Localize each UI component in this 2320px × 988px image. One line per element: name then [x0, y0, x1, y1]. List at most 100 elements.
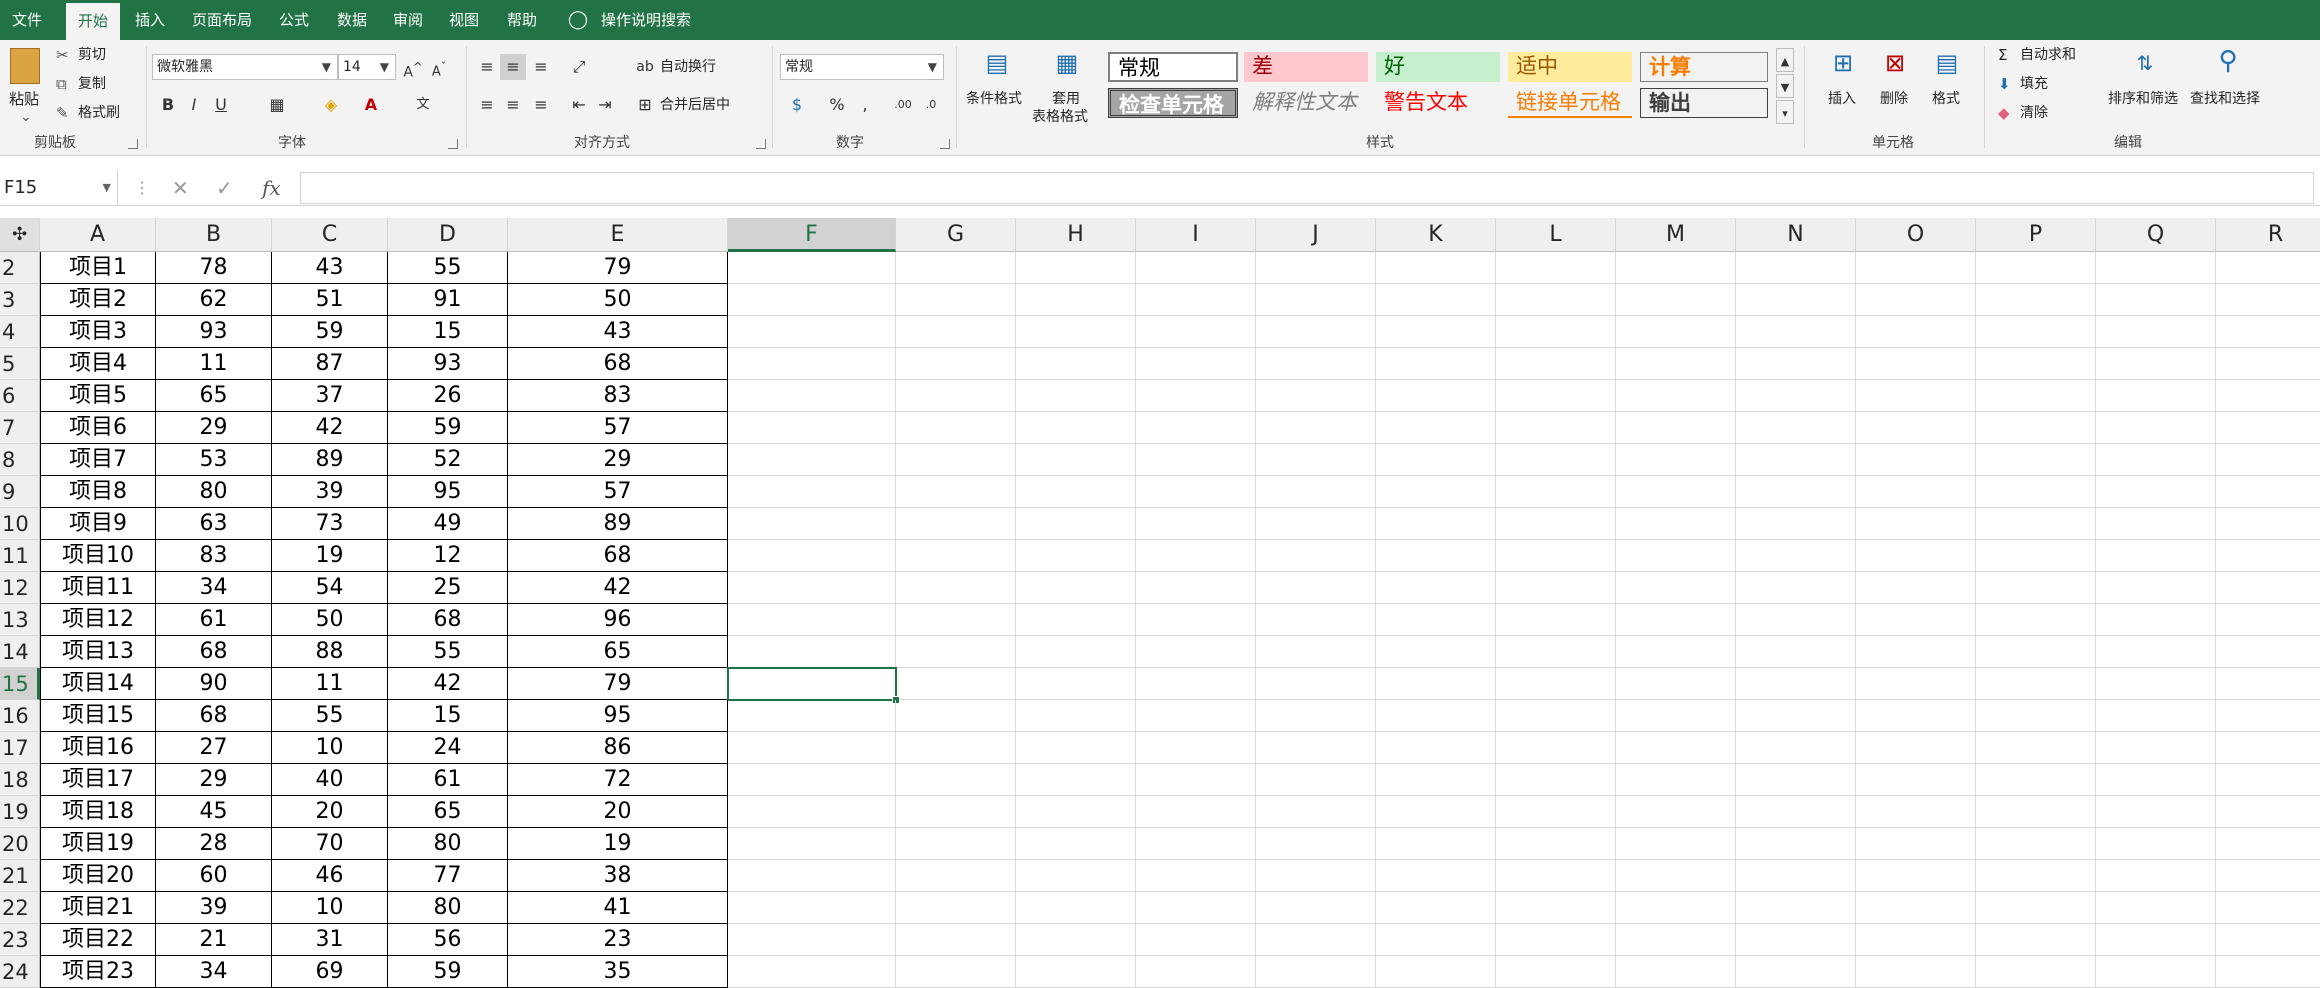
cell-K24[interactable] — [1376, 956, 1496, 988]
cell-A9[interactable]: 项目8 — [40, 476, 156, 508]
cell-I4[interactable] — [1136, 316, 1256, 348]
cell-E13[interactable]: 96 — [508, 604, 728, 636]
cell-P8[interactable] — [1976, 444, 2096, 476]
cell-P5[interactable] — [1976, 348, 2096, 380]
cell-E15[interactable]: 79 — [508, 668, 728, 700]
cell-M5[interactable] — [1616, 348, 1736, 380]
font-color-icon[interactable]: A — [358, 92, 384, 118]
cell-R17[interactable] — [2216, 732, 2320, 764]
cell-A2[interactable]: 项目1 — [40, 252, 156, 284]
cell-C24[interactable]: 69 — [272, 956, 388, 988]
cell-F18[interactable] — [728, 764, 896, 796]
cell-L14[interactable] — [1496, 636, 1616, 668]
autosum-button[interactable]: 自动求和 — [2020, 46, 2076, 64]
cell-Q18[interactable] — [2096, 764, 2216, 796]
cell-E14[interactable]: 65 — [508, 636, 728, 668]
style-warning[interactable]: 警告文本 — [1376, 88, 1500, 118]
increase-decimal-icon[interactable]: .00 — [890, 92, 916, 118]
cell-P10[interactable] — [1976, 508, 2096, 540]
cell-G21[interactable] — [896, 860, 1016, 892]
format-cells-button[interactable]: 格式 — [1932, 90, 1960, 108]
row-header[interactable]: 8 — [0, 444, 40, 476]
cell-E24[interactable]: 35 — [508, 956, 728, 988]
name-box[interactable]: F15▼ — [0, 170, 118, 206]
align-top-icon[interactable]: ≡ — [474, 54, 500, 80]
cell-Q21[interactable] — [2096, 860, 2216, 892]
cell-O17[interactable] — [1856, 732, 1976, 764]
cell-H15[interactable] — [1016, 668, 1136, 700]
cell-C14[interactable]: 88 — [272, 636, 388, 668]
cell-B23[interactable]: 21 — [156, 924, 272, 956]
cell-H9[interactable] — [1016, 476, 1136, 508]
cell-G9[interactable] — [896, 476, 1016, 508]
cell-A15[interactable]: 项目14 — [40, 668, 156, 700]
cell-C17[interactable]: 10 — [272, 732, 388, 764]
cell-Q15[interactable] — [2096, 668, 2216, 700]
cell-L22[interactable] — [1496, 892, 1616, 924]
cell-G11[interactable] — [896, 540, 1016, 572]
cell-K16[interactable] — [1376, 700, 1496, 732]
cell-C3[interactable]: 51 — [272, 284, 388, 316]
paste-dropdown-icon[interactable]: ⌄ — [20, 108, 32, 126]
cell-N24[interactable] — [1736, 956, 1856, 988]
cell-G18[interactable] — [896, 764, 1016, 796]
column-header[interactable]: C — [272, 218, 388, 252]
cell-E3[interactable]: 50 — [508, 284, 728, 316]
cell-I22[interactable] — [1136, 892, 1256, 924]
row-header[interactable]: 19 — [0, 796, 40, 828]
cell-O20[interactable] — [1856, 828, 1976, 860]
column-header[interactable]: D — [388, 218, 508, 252]
percent-icon[interactable]: % — [824, 92, 850, 118]
alignment-dialog-launcher-icon[interactable] — [756, 139, 766, 149]
cell-M18[interactable] — [1616, 764, 1736, 796]
cell-K23[interactable] — [1376, 924, 1496, 956]
cell-L23[interactable] — [1496, 924, 1616, 956]
cell-K7[interactable] — [1376, 412, 1496, 444]
cell-O15[interactable] — [1856, 668, 1976, 700]
cell-O16[interactable] — [1856, 700, 1976, 732]
cell-K8[interactable] — [1376, 444, 1496, 476]
cell-Q13[interactable] — [2096, 604, 2216, 636]
row-header[interactable]: 18 — [0, 764, 40, 796]
wrap-text-button[interactable]: 自动换行 — [660, 58, 716, 76]
cell-R2[interactable] — [2216, 252, 2320, 284]
cell-M2[interactable] — [1616, 252, 1736, 284]
cell-C16[interactable]: 55 — [272, 700, 388, 732]
tab-formulas[interactable]: 公式 — [268, 0, 320, 40]
cell-K17[interactable] — [1376, 732, 1496, 764]
cell-F4[interactable] — [728, 316, 896, 348]
cell-D13[interactable]: 68 — [388, 604, 508, 636]
cell-K12[interactable] — [1376, 572, 1496, 604]
cell-D21[interactable]: 77 — [388, 860, 508, 892]
cell-D3[interactable]: 91 — [388, 284, 508, 316]
cell-C21[interactable]: 46 — [272, 860, 388, 892]
cell-E6[interactable]: 83 — [508, 380, 728, 412]
cell-N18[interactable] — [1736, 764, 1856, 796]
cell-M23[interactable] — [1616, 924, 1736, 956]
cell-O18[interactable] — [1856, 764, 1976, 796]
column-header[interactable]: G — [896, 218, 1016, 252]
cell-G24[interactable] — [896, 956, 1016, 988]
cell-H3[interactable] — [1016, 284, 1136, 316]
cell-M3[interactable] — [1616, 284, 1736, 316]
cell-E22[interactable]: 41 — [508, 892, 728, 924]
cell-G22[interactable] — [896, 892, 1016, 924]
clear-button[interactable]: 清除 — [2020, 104, 2048, 122]
cell-O22[interactable] — [1856, 892, 1976, 924]
cell-P17[interactable] — [1976, 732, 2096, 764]
tab-view[interactable]: 视图 — [438, 0, 490, 40]
column-header[interactable]: J — [1256, 218, 1376, 252]
copy-button[interactable]: 复制 — [78, 75, 106, 93]
cell-B5[interactable]: 11 — [156, 348, 272, 380]
cell-J23[interactable] — [1256, 924, 1376, 956]
cell-D16[interactable]: 15 — [388, 700, 508, 732]
cell-H11[interactable] — [1016, 540, 1136, 572]
cut-button[interactable]: 剪切 — [78, 46, 106, 64]
insert-function-icon[interactable]: fx — [262, 170, 281, 206]
cell-Q8[interactable] — [2096, 444, 2216, 476]
clipboard-dialog-launcher-icon[interactable] — [128, 139, 138, 149]
cell-C8[interactable]: 89 — [272, 444, 388, 476]
cell-L6[interactable] — [1496, 380, 1616, 412]
cell-B6[interactable]: 65 — [156, 380, 272, 412]
cell-D11[interactable]: 12 — [388, 540, 508, 572]
